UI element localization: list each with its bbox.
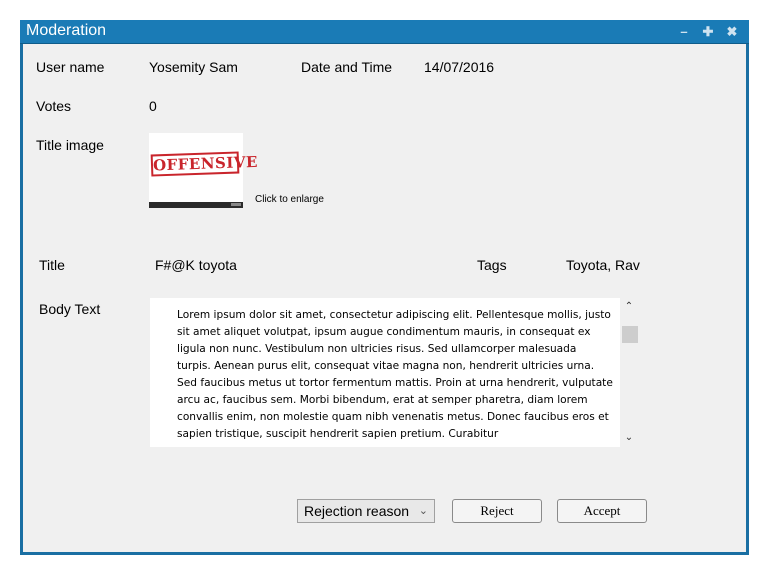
window-title: Moderation [26, 22, 107, 39]
datetime-value: 14/07/2016 [424, 59, 495, 75]
chevron-down-icon: ⌄ [418, 505, 428, 517]
user-name-value: Yosemity Sam [149, 59, 238, 75]
votes-label: Votes [36, 98, 72, 114]
title-value: F#@K toyota [155, 257, 237, 273]
reject-button[interactable]: Reject [452, 499, 542, 523]
moderation-form: User name Yosemity Sam Date and Time 14/… [23, 44, 746, 552]
tags-value: Toyota, Rav [566, 257, 640, 273]
chevron-up-icon[interactable]: ⌃ [620, 300, 638, 314]
title-label: Title [39, 257, 65, 273]
maximize-icon[interactable]: ✚ [698, 23, 718, 40]
minimize-icon[interactable]: – [674, 23, 694, 40]
title-image-label: Title image [36, 137, 104, 153]
offensive-stamp: OFFENSIVE [150, 151, 258, 177]
title-image-thumbnail[interactable]: OFFENSIVE [149, 133, 258, 208]
enlarge-hint[interactable]: Click to enlarge [255, 194, 324, 205]
chevron-down-icon[interactable]: ⌄ [620, 431, 638, 445]
body-scrollbar[interactable]: ⌃ ⌄ [620, 298, 638, 447]
votes-value: 0 [149, 98, 157, 114]
accept-button[interactable]: Accept [557, 499, 647, 523]
thumbnail-caption-bar [149, 202, 243, 208]
body-text-content: Lorem ipsum dolor sit amet, consectetur … [177, 309, 613, 440]
close-icon[interactable]: ✖ [722, 23, 742, 40]
user-name-label: User name [36, 59, 105, 75]
tags-label: Tags [477, 257, 507, 273]
scrollbar-thumb[interactable] [622, 326, 638, 343]
body-text-area[interactable]: Lorem ipsum dolor sit amet, consectetur … [150, 298, 620, 447]
body-text-label: Body Text [39, 301, 101, 317]
moderation-window: Moderation – ✚ ✖ User name Yosemity Sam … [20, 20, 749, 555]
rejection-reason-select[interactable]: Rejection reason ⌄ [297, 499, 435, 523]
datetime-label: Date and Time [301, 59, 393, 75]
title-bar[interactable]: Moderation – ✚ ✖ [20, 20, 749, 44]
rejection-reason-value: Rejection reason [304, 503, 410, 519]
